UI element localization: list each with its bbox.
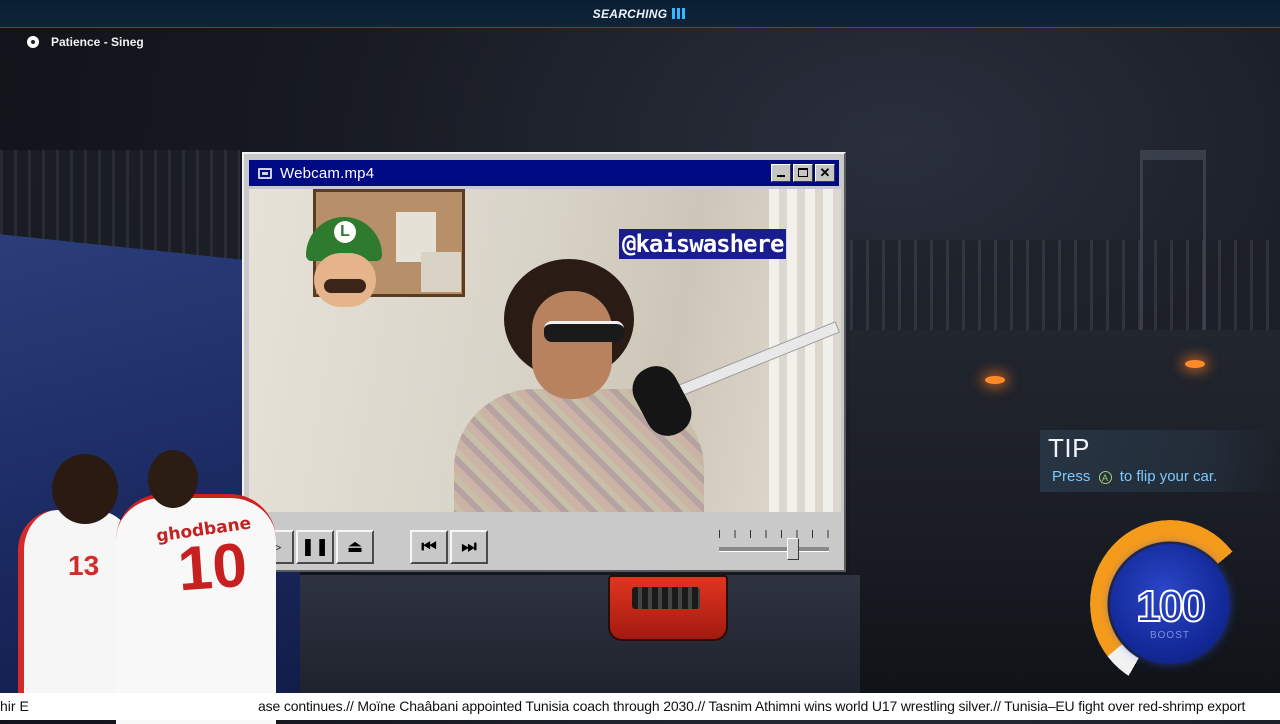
eject-button[interactable]: ⏏ bbox=[336, 530, 374, 564]
boost-value: 100 bbox=[1135, 581, 1206, 632]
minimize-button[interactable] bbox=[771, 164, 791, 182]
player-controls: ▷ ❚❚ ⏏ ⏮ ⏭ bbox=[244, 514, 844, 570]
boost-label: BOOST bbox=[1149, 630, 1190, 641]
player-car bbox=[608, 575, 728, 641]
boost-meter: 100 BOOST bbox=[1090, 520, 1250, 690]
ticker-left-fragment: hir E bbox=[0, 698, 29, 714]
football-players-overlay: 13 ghodbane 10 bbox=[18, 450, 278, 724]
stadium-stands-right bbox=[850, 240, 1280, 330]
window-title: Webcam.mp4 bbox=[280, 164, 375, 182]
streamer-handle: @kaiswashere bbox=[619, 229, 787, 259]
volume-slider-thumb[interactable] bbox=[786, 538, 799, 560]
tip-text: Press A to flip your car. bbox=[1052, 468, 1217, 485]
pause-button[interactable]: ❚❚ bbox=[296, 530, 334, 564]
a-button-icon: A bbox=[1098, 471, 1112, 484]
ticker-text: ase continues.// Moïne Chaâbani appointe… bbox=[258, 698, 1246, 714]
searching-bars-icon bbox=[672, 8, 687, 22]
news-ticker: hir E ase continues.// Moïne Chaâbani ap… bbox=[0, 693, 1280, 720]
monitor-icon bbox=[258, 167, 272, 179]
player-left-head bbox=[52, 454, 118, 524]
top-status-bar: SEARCHING bbox=[0, 0, 1280, 28]
tip-text-after: to flip your car. bbox=[1119, 468, 1218, 485]
streamer-face bbox=[532, 291, 612, 399]
player-left-number: 13 bbox=[68, 550, 100, 581]
light-tower bbox=[1140, 150, 1206, 343]
window-title-bar[interactable]: Webcam.mp4 ✕ bbox=[249, 160, 839, 186]
disc-icon bbox=[27, 36, 39, 48]
next-track-button[interactable]: ⏭ bbox=[450, 530, 488, 564]
matchmaking-status: SEARCHING bbox=[0, 7, 1280, 22]
volume-ticks bbox=[719, 530, 829, 538]
tip-card: TIP Press A to flip your car. bbox=[1040, 430, 1280, 492]
field-light bbox=[985, 376, 1005, 384]
maximize-button[interactable] bbox=[793, 164, 813, 182]
window-controls: ✕ bbox=[771, 164, 835, 182]
now-playing-track: Patience - Sineg bbox=[51, 35, 144, 49]
tip-title: TIP bbox=[1048, 433, 1090, 463]
sunglasses bbox=[544, 321, 624, 342]
search-status-label: SEARCHING bbox=[592, 7, 668, 21]
volume-slider-track[interactable] bbox=[719, 547, 829, 552]
tip-text-before: Press bbox=[1052, 468, 1091, 485]
jersey-number: 10 bbox=[175, 530, 250, 605]
close-button[interactable]: ✕ bbox=[815, 164, 835, 182]
luigi-mask bbox=[304, 217, 386, 309]
field-light bbox=[1185, 360, 1205, 368]
previous-track-button[interactable]: ⏮ bbox=[410, 530, 448, 564]
mask-face bbox=[314, 253, 376, 307]
player-right-head bbox=[148, 450, 198, 508]
media-player-window[interactable]: Webcam.mp4 ✕ @kaiswashere ▷ ❚❚ ⏏ ⏮ ⏭ bbox=[242, 152, 846, 572]
now-playing: Patience - Sineg bbox=[27, 34, 144, 50]
video-viewport[interactable]: @kaiswashere bbox=[249, 189, 841, 512]
